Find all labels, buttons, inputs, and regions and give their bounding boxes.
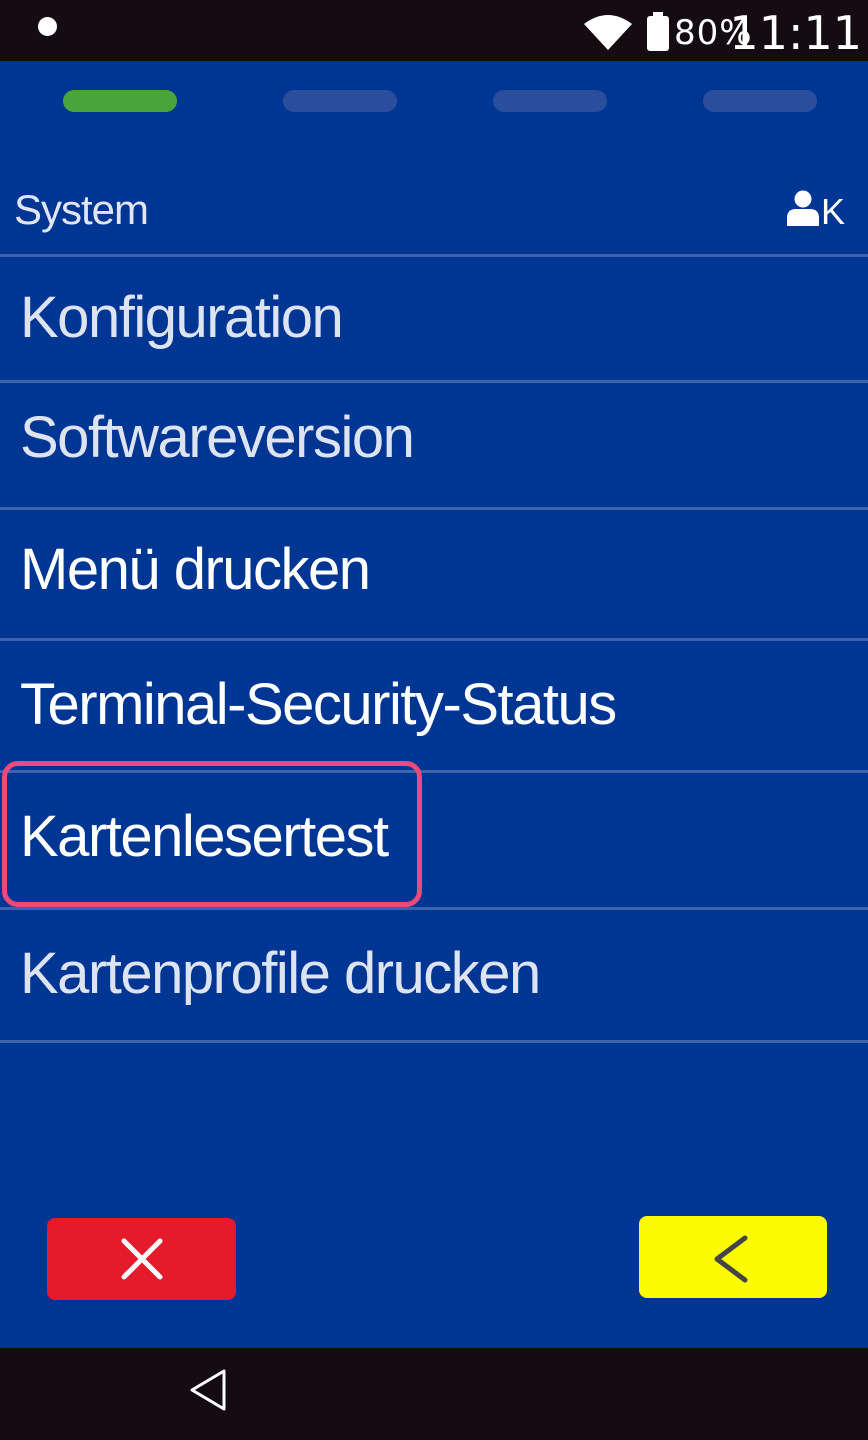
page-title: System	[14, 186, 149, 233]
step-1-active	[63, 90, 177, 112]
menu-item-label: Kartenprofile drucken	[20, 941, 541, 1006]
close-icon	[121, 1238, 163, 1280]
menu-item-terminal-security-status[interactable]: Terminal-Security-Status	[0, 641, 868, 770]
menu-item-label: Menü drucken	[20, 537, 371, 602]
menu-item-menu-drucken[interactable]: Menü drucken	[0, 510, 868, 639]
step-3	[493, 90, 607, 112]
menu-item-label: Softwareversion	[20, 405, 415, 470]
cancel-button[interactable]	[47, 1218, 236, 1300]
status-bar: 80% 11:11	[0, 0, 868, 61]
step-4	[703, 90, 817, 112]
menu-item-label: Terminal-Security-Status	[20, 672, 617, 737]
user-icon	[787, 190, 819, 226]
back-button[interactable]	[639, 1216, 827, 1298]
step-2	[283, 90, 397, 112]
nav-back-icon[interactable]	[188, 1368, 228, 1412]
navigation-bar	[0, 1348, 868, 1440]
clock: 11:11	[729, 6, 862, 60]
notification-dot-icon	[38, 17, 57, 36]
highlight-box	[2, 761, 422, 907]
menu-item-softwareversion[interactable]: Softwareversion	[0, 383, 868, 507]
menu-item-kartenprofile-drucken[interactable]: Kartenprofile drucken	[0, 910, 868, 1040]
divider	[0, 1040, 868, 1043]
wifi-icon	[584, 15, 632, 50]
menu-item-konfiguration[interactable]: Konfiguration	[0, 257, 868, 381]
chevron-left-icon	[714, 1235, 748, 1283]
user-level: K	[821, 191, 846, 232]
battery-icon	[647, 12, 669, 51]
menu-item-label: Konfiguration	[20, 285, 344, 350]
